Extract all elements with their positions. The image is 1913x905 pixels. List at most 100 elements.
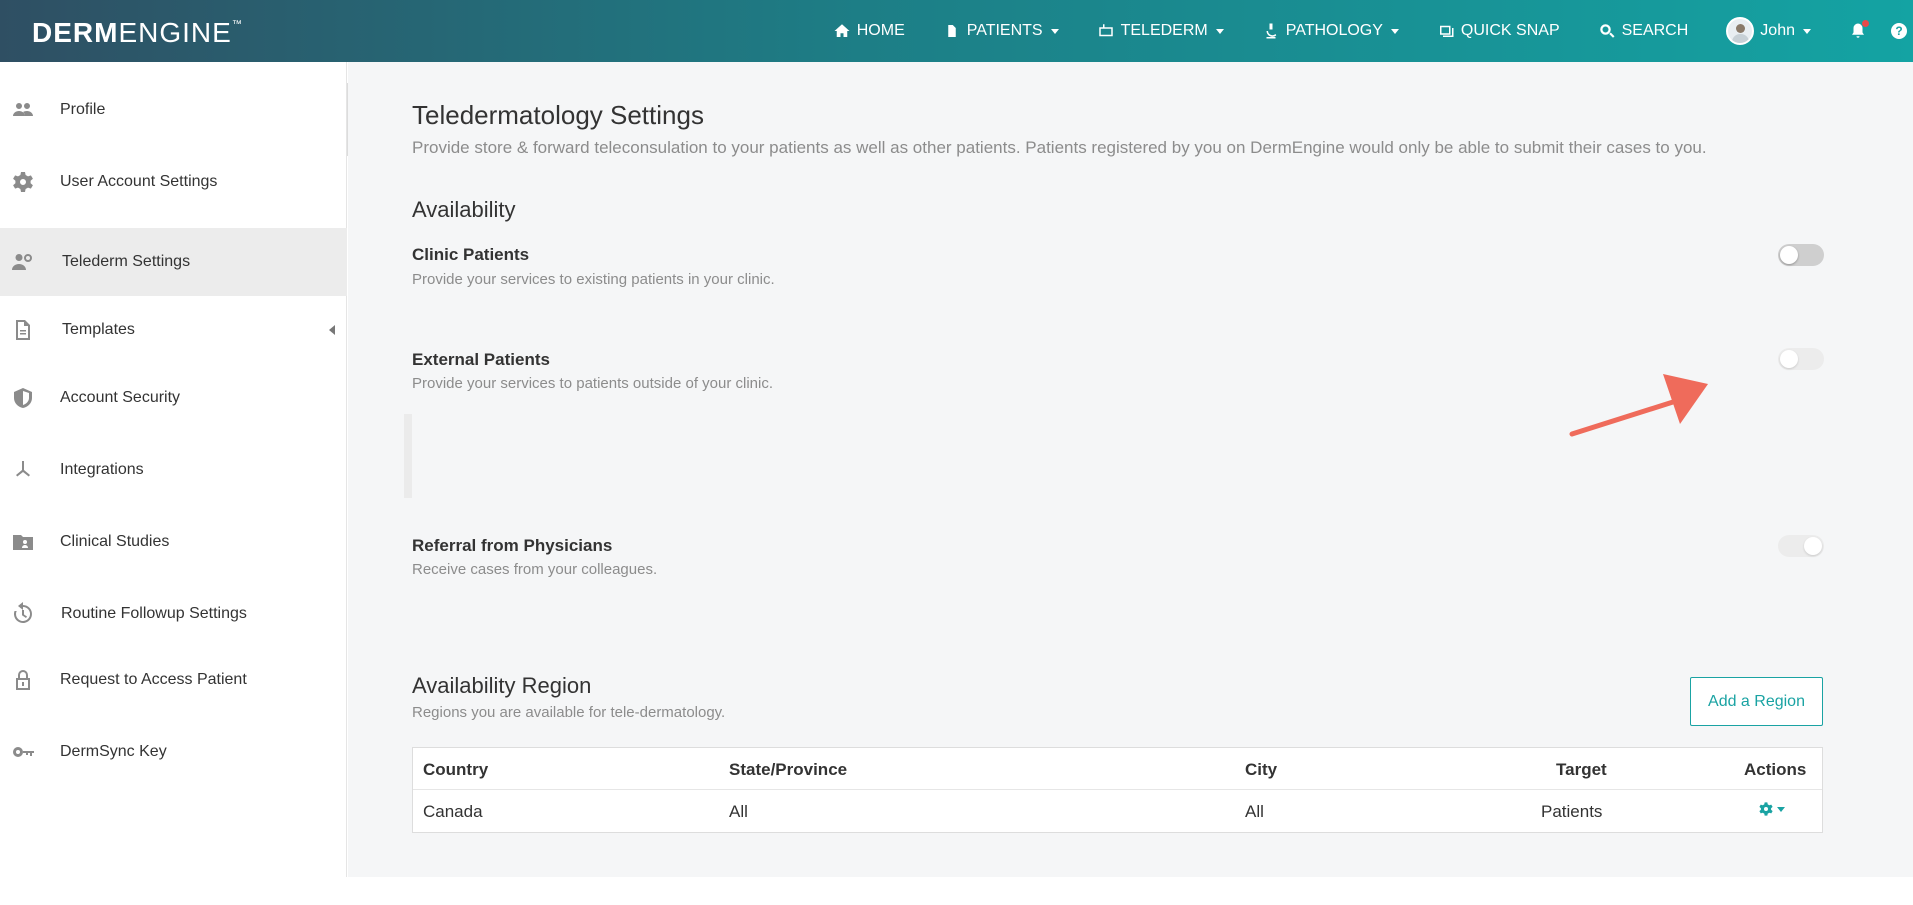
settings-sidebar: Profile User Account Settings Telederm S…: [0, 62, 347, 877]
nav-home-label: HOME: [856, 22, 905, 39]
nav-patients-label: PATIENTS: [966, 22, 1043, 39]
availability-region-title: Availability Region: [412, 673, 592, 698]
microscope-icon: [1266, 23, 1276, 39]
empty-placeholder-bar: [404, 414, 412, 498]
nav-quick-snap[interactable]: QUICK SNAP: [1437, 22, 1560, 40]
column-header-country: Country: [423, 760, 489, 779]
sidebar-item-routine-followup-settings[interactable]: Routine Followup Settings: [0, 580, 347, 648]
column-header-city: City: [1245, 760, 1278, 779]
history-icon: [10, 601, 36, 627]
referral-toggle[interactable]: [1778, 535, 1824, 557]
region-table: Country State/Province City Target Actio…: [412, 747, 1823, 833]
sidebar-item-label: Integrations: [60, 461, 144, 478]
sidebar-item-label: Request to Access Patient: [60, 671, 247, 688]
sidebar-item-telederm-settings[interactable]: Telederm Settings: [0, 228, 347, 296]
clinic-patients-description: Provide your services to existing patien…: [412, 271, 775, 288]
sidebar-item-request-to-access-patient[interactable]: Request to Access Patient: [0, 646, 347, 714]
cell-target: Patients: [1541, 802, 1603, 821]
add-region-button[interactable]: Add a Region: [1690, 677, 1823, 726]
nav-telederm[interactable]: TELEDERM: [1097, 22, 1224, 40]
external-patients-toggle[interactable]: [1778, 348, 1824, 370]
column-header-target: Target: [1556, 760, 1607, 779]
chevron-down-icon: [1390, 28, 1399, 34]
chevron-down-icon: [1777, 806, 1785, 812]
sidebar-item-label: Routine Followup Settings: [61, 605, 247, 622]
chevron-down-icon: [1215, 28, 1224, 34]
page-title: Teledermatology Settings: [412, 100, 704, 130]
nav-quick-snap-label: QUICK SNAP: [1460, 22, 1560, 39]
nav-search-label: SEARCH: [1621, 22, 1689, 39]
avatar: [1726, 17, 1755, 45]
page-description: Provide store & forward teleconsulation …: [412, 138, 1707, 157]
toggle-knob: [1804, 537, 1822, 555]
document-icon: [10, 317, 36, 343]
logo-trademark: ™: [231, 19, 243, 30]
notifications-button[interactable]: [1849, 20, 1869, 40]
cell-state: All: [729, 802, 748, 821]
sidebar-item-dermsync-key[interactable]: DermSync Key: [0, 718, 347, 786]
availability-region-description: Regions you are available for tele-derma…: [412, 704, 726, 721]
clinic-patients-toggle[interactable]: [1778, 244, 1824, 266]
sidebar-item-label: DermSync Key: [60, 743, 167, 760]
chevron-left-icon: [329, 325, 335, 335]
search-icon: [1599, 24, 1615, 38]
sidebar-item-user-account-settings[interactable]: User Account Settings: [0, 148, 347, 216]
nav-search[interactable]: SEARCH: [1598, 22, 1689, 40]
nav-user-label: John: [1760, 22, 1795, 39]
table-divider: [413, 789, 1822, 790]
patients-icon: [947, 25, 956, 37]
key-icon: [10, 739, 36, 765]
nav-user-menu[interactable]: John: [1726, 17, 1811, 45]
nav-pathology[interactable]: PATHOLOGY: [1262, 22, 1399, 40]
help-button[interactable]: ?: [1891, 23, 1907, 39]
nav-home[interactable]: HOME: [833, 22, 905, 40]
telederm-user-icon: [10, 249, 36, 275]
top-navigation-bar: DERMENGINE™ HOME PATIENTS TELEDERM PATHO…: [0, 0, 1913, 62]
column-header-state: State/Province: [729, 760, 848, 779]
nav-patients[interactable]: PATIENTS: [943, 22, 1059, 40]
column-header-actions: Actions: [1744, 760, 1807, 779]
quick-snap-icon: [1439, 25, 1454, 37]
cell-city: All: [1245, 802, 1264, 821]
folder-user-icon: [10, 529, 36, 555]
sidebar-item-label: User Account Settings: [60, 173, 218, 190]
gear-icon: [1759, 802, 1773, 816]
annotation-arrow-icon: [1569, 374, 1708, 437]
sidebar-item-clinical-studies[interactable]: Clinical Studies: [0, 508, 347, 576]
lock-icon: [10, 667, 36, 693]
sidebar-item-label: Templates: [62, 321, 135, 338]
sidebar-item-label: Account Security: [60, 389, 181, 406]
home-icon: [834, 24, 850, 37]
logo-thin-text: ENGINE: [118, 17, 232, 48]
help-icon: ?: [1891, 23, 1907, 39]
telederm-icon: [1098, 24, 1113, 37]
external-patients-description: Provide your services to patients outsid…: [412, 375, 774, 392]
chevron-down-icon: [1050, 28, 1059, 34]
integrations-icon: [10, 457, 36, 483]
chevron-down-icon: [1803, 28, 1811, 34]
availability-section-title: Availability: [412, 197, 516, 222]
main-content: Teledermatology Settings Provide store &…: [348, 62, 1913, 877]
shield-icon: [10, 385, 36, 411]
users-icon: [10, 97, 36, 123]
cell-country: Canada: [423, 802, 483, 821]
sidebar-item-profile[interactable]: Profile: [0, 76, 347, 144]
nav-telederm-label: TELEDERM: [1120, 22, 1208, 39]
gear-icon: [10, 169, 36, 195]
nav-pathology-label: PATHOLOGY: [1285, 22, 1383, 39]
referral-description: Receive cases from your colleagues.: [412, 561, 658, 578]
referral-title: Referral from Physicians: [412, 536, 613, 555]
sidebar-item-label: Clinical Studies: [60, 533, 170, 550]
sidebar-item-integrations[interactable]: Integrations: [0, 436, 347, 504]
main-nav: HOME PATIENTS TELEDERM PATHOLOGY QUICK S…: [833, 0, 1913, 62]
row-actions-button[interactable]: [1758, 801, 1785, 817]
toggle-knob: [1780, 350, 1798, 368]
dermengine-logo[interactable]: DERMENGINE™: [32, 17, 243, 49]
sidebar-item-account-security[interactable]: Account Security: [0, 364, 347, 432]
sidebar-item-templates[interactable]: Templates: [0, 296, 347, 364]
toggle-knob: [1780, 246, 1798, 264]
external-patients-title: External Patients: [412, 350, 550, 369]
notification-dot: [1862, 20, 1869, 27]
logo-bold-text: DERM: [32, 17, 119, 48]
sidebar-item-label: Profile: [60, 101, 106, 118]
